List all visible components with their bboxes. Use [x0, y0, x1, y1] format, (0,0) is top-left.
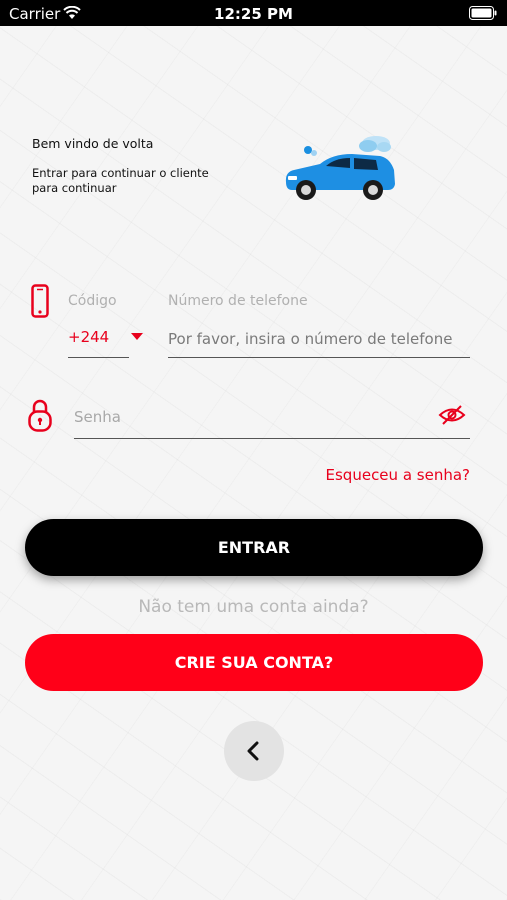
- phone-label: Número de telefone: [168, 293, 308, 309]
- status-bar: Carrier 12:25 PM: [0, 0, 507, 26]
- country-code-value: +244: [68, 328, 110, 346]
- eye-off-icon[interactable]: [438, 404, 466, 426]
- phone-input[interactable]: [168, 321, 470, 358]
- caret-down-icon[interactable]: [131, 333, 143, 340]
- welcome-title: Bem vindo de volta: [32, 136, 154, 151]
- code-label: Código: [68, 293, 117, 309]
- welcome-subtitle: Entrar para continuar o cliente para con…: [32, 166, 209, 195]
- chevron-left-icon: [247, 741, 259, 761]
- car-illustration: [285, 136, 395, 200]
- login-button[interactable]: ENTRAR: [25, 519, 483, 576]
- no-account-text: Não tem uma conta ainda?: [138, 597, 369, 617]
- password-input[interactable]: [74, 396, 470, 439]
- forgot-password-link[interactable]: Esqueceu a senha?: [326, 466, 470, 484]
- status-time: 12:25 PM: [214, 5, 293, 23]
- back-button[interactable]: [224, 721, 284, 781]
- battery-icon: [469, 6, 497, 20]
- create-account-button[interactable]: CRIE SUA CONTA?: [25, 634, 483, 691]
- lock-icon: [28, 399, 52, 432]
- phone-icon: [31, 284, 49, 318]
- country-code-select[interactable]: +244: [68, 323, 129, 358]
